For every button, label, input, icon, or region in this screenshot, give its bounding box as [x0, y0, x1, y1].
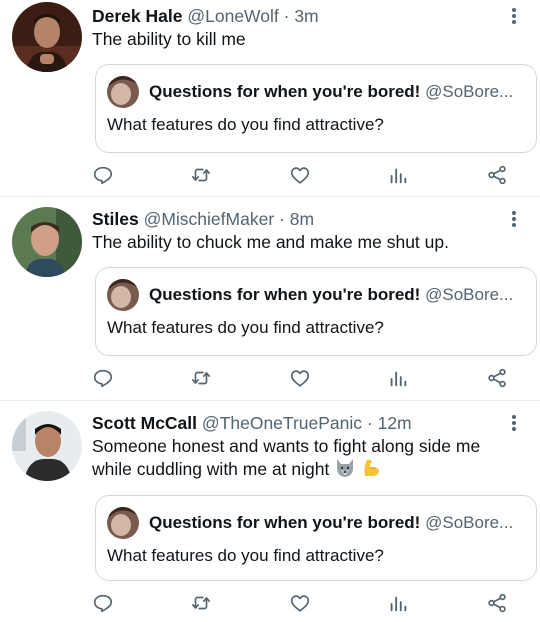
quoted-header: Questions for when you're bored! @SoBore… — [149, 284, 526, 305]
quoted-tweet[interactable]: Questions for when you're bored! @SoBore… — [95, 495, 537, 581]
tweet[interactable]: Scott McCall @TheOneTruePanic · 12m Some… — [0, 401, 540, 622]
quoted-tweet[interactable]: Questions for when you're bored! @SoBore… — [95, 267, 537, 356]
quoted-handle: @SoBore... — [425, 82, 514, 101]
display-name[interactable]: Scott McCall — [92, 413, 197, 433]
share-icon[interactable] — [485, 591, 509, 615]
retweet-icon[interactable] — [189, 591, 213, 615]
avatar[interactable] — [12, 2, 82, 72]
tweet-header: Scott McCall @TheOneTruePanic · 12m — [92, 412, 510, 434]
user-handle[interactable]: @MischiefMaker — [144, 209, 275, 229]
analytics-icon[interactable] — [386, 591, 410, 615]
reply-icon[interactable] — [91, 366, 115, 390]
quoted-display-name: Questions for when you're bored! — [149, 513, 421, 532]
quoted-display-name: Questions for when you're bored! — [149, 285, 421, 304]
display-name[interactable]: Stiles — [92, 209, 139, 229]
tweet-text: The ability to kill me — [92, 29, 246, 49]
display-name[interactable]: Derek Hale — [92, 6, 182, 26]
quoted-text: What features do you find attractive? — [107, 318, 384, 337]
quoted-tweet[interactable]: Questions for when you're bored! @SoBore… — [95, 64, 537, 153]
quoted-display-name: Questions for when you're bored! — [149, 82, 421, 101]
retweet-icon[interactable] — [189, 366, 213, 390]
user-handle[interactable]: @TheOneTruePanic — [202, 413, 362, 433]
separator-dot: · — [279, 209, 285, 229]
tweet-actions — [0, 163, 540, 187]
tweet[interactable]: Derek Hale @LoneWolf · 3m The ability to… — [0, 0, 540, 196]
tweet-header: Stiles @MischiefMaker · 8m — [92, 208, 510, 230]
separator-dot: · — [283, 6, 290, 26]
avatar[interactable] — [12, 411, 82, 481]
reply-icon[interactable] — [91, 163, 115, 187]
more-icon[interactable] — [510, 209, 518, 231]
quoted-avatar — [107, 507, 139, 539]
wolf-emoji-icon — [334, 458, 356, 484]
tweet-text-line: while cuddling with me at night — [92, 458, 512, 484]
more-icon[interactable] — [510, 6, 518, 28]
quoted-handle: @SoBore... — [425, 285, 514, 304]
user-handle[interactable]: @LoneWolf — [187, 6, 278, 26]
tweet-text-fragment: while cuddling with me at night — [92, 458, 330, 479]
share-icon[interactable] — [485, 163, 509, 187]
quoted-avatar — [107, 279, 139, 311]
reply-icon[interactable] — [91, 591, 115, 615]
like-icon[interactable] — [288, 366, 312, 390]
quoted-text: What features do you find attractive? — [107, 546, 384, 565]
timestamp[interactable]: 8m — [290, 209, 314, 229]
timestamp[interactable]: 12m — [378, 413, 412, 433]
tweet-header: Derek Hale @LoneWolf · 3m — [92, 5, 510, 27]
like-icon[interactable] — [288, 591, 312, 615]
quoted-header: Questions for when you're bored! @SoBore… — [149, 81, 526, 102]
analytics-icon[interactable] — [386, 163, 410, 187]
flexed-biceps-emoji-icon — [361, 458, 381, 484]
quoted-header: Questions for when you're bored! @SoBore… — [149, 512, 526, 533]
tweet-text-line: Someone honest and wants to fight along … — [92, 436, 481, 456]
timestamp[interactable]: 3m — [294, 6, 318, 26]
retweet-icon[interactable] — [189, 163, 213, 187]
tweet[interactable]: Stiles @MischiefMaker · 8m The ability t… — [0, 197, 540, 400]
more-icon[interactable] — [510, 413, 518, 435]
tweet-text: The ability to chuck me and make me shut… — [92, 232, 449, 252]
tweet-text: Someone honest and wants to fight along … — [92, 435, 512, 483]
avatar[interactable] — [12, 207, 82, 277]
separator-dot: · — [366, 413, 373, 433]
tweet-actions — [0, 591, 540, 615]
analytics-icon[interactable] — [386, 366, 410, 390]
share-icon[interactable] — [485, 366, 509, 390]
tweet-actions — [0, 366, 540, 390]
quoted-handle: @SoBore... — [425, 513, 514, 532]
like-icon[interactable] — [288, 163, 312, 187]
quoted-text: What features do you find attractive? — [107, 115, 384, 134]
quoted-avatar — [107, 76, 139, 108]
